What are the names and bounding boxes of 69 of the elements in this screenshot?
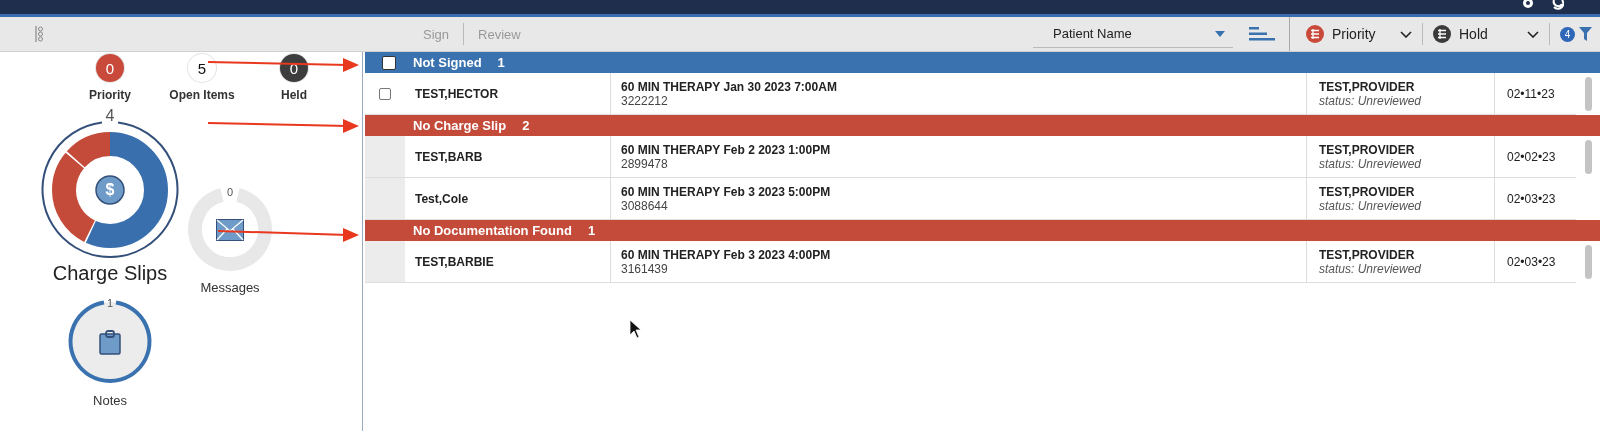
scrollbar-thumb[interactable] bbox=[1584, 245, 1592, 279]
patient-name[interactable]: Test,Cole bbox=[415, 191, 469, 206]
scrollbar-thumb[interactable] bbox=[1584, 140, 1592, 174]
group-header[interactable]: Not Signed 1 bbox=[365, 52, 1600, 73]
item-number: 3088644 bbox=[621, 198, 669, 213]
mouse-cursor bbox=[629, 319, 642, 339]
provider-name: TEST,PROVIDER bbox=[1319, 79, 1416, 94]
checkbox[interactable] bbox=[379, 87, 391, 100]
group-header[interactable]: No Documentation Found 1 bbox=[365, 220, 1600, 241]
sort-dropdown[interactable]: Patient Name bbox=[1033, 20, 1233, 48]
status-text: status: Unreviewed bbox=[1319, 156, 1423, 171]
patient-name[interactable]: TEST,HECTOR bbox=[415, 86, 499, 101]
count-label: 0 bbox=[226, 186, 234, 198]
widget-title[interactable]: Notes bbox=[93, 393, 127, 408]
item-number: 2899478 bbox=[621, 156, 669, 171]
widget-title[interactable]: Messages bbox=[200, 280, 260, 295]
notes-ring[interactable] bbox=[67, 299, 153, 385]
empty-cell bbox=[365, 241, 405, 282]
checkbox[interactable] bbox=[382, 55, 396, 70]
item-number: 3222212 bbox=[621, 93, 669, 108]
provider-name: TEST,PROVIDER bbox=[1319, 142, 1416, 157]
count-badge: 0 bbox=[96, 54, 124, 82]
caret-icon bbox=[1215, 30, 1225, 37]
group-count: 1 bbox=[497, 55, 505, 70]
patient-name[interactable]: TEST,BARB bbox=[415, 149, 483, 164]
envelope-icon bbox=[216, 219, 244, 241]
refresh-icon[interactable] bbox=[1552, 0, 1564, 10]
dollar-icon: $ bbox=[105, 181, 115, 199]
columns-icon[interactable] bbox=[34, 25, 44, 43]
group-title: Not Signed bbox=[413, 55, 482, 70]
filter-icon[interactable] bbox=[1579, 27, 1592, 41]
filter-count-badge: 4 bbox=[1560, 26, 1575, 42]
counter-label[interactable]: Open Items bbox=[169, 88, 235, 102]
count-label: 4 bbox=[105, 108, 115, 124]
date-text: 02•11•23 bbox=[1507, 86, 1555, 101]
group-count: 2 bbox=[522, 118, 530, 133]
count-badge: 5 bbox=[188, 54, 216, 82]
sort-icon[interactable] bbox=[1249, 27, 1275, 41]
messages-ring[interactable] bbox=[188, 188, 272, 272]
patient-name[interactable]: TEST,BARBIE bbox=[415, 254, 494, 269]
item-title: 60 MIN THERAPY Jan 30 2023 7:00AM bbox=[621, 79, 838, 94]
filter-dropdown[interactable]: Priority bbox=[1300, 21, 1418, 47]
status-text: status: Unreviewed bbox=[1319, 198, 1423, 213]
item-title: 60 MIN THERAPY Feb 2 2023 1:00PM bbox=[621, 142, 832, 157]
group-header[interactable]: No Charge Slip 2 bbox=[365, 115, 1600, 136]
status-text: status: Unreviewed bbox=[1319, 93, 1423, 108]
filter-dropdown[interactable]: Hold bbox=[1427, 21, 1545, 47]
item-number: 3161439 bbox=[621, 261, 669, 276]
scrollbar-thumb[interactable] bbox=[1584, 77, 1592, 111]
group-title: No Charge Slip bbox=[413, 118, 507, 133]
item-title: 60 MIN THERAPY Feb 3 2023 4:00PM bbox=[621, 247, 832, 262]
status-text: status: Unreviewed bbox=[1319, 261, 1423, 276]
chevron-icon bbox=[1527, 30, 1539, 38]
date-text: 02•03•23 bbox=[1507, 191, 1556, 206]
group-title: No Documentation Found bbox=[413, 223, 572, 238]
provider-name: TEST,PROVIDER bbox=[1319, 247, 1416, 262]
clipboard-icon bbox=[99, 329, 121, 355]
provider-name: TEST,PROVIDER bbox=[1319, 184, 1416, 199]
date-text: 02•03•23 bbox=[1507, 254, 1556, 269]
item-title: 60 MIN THERAPY Feb 3 2023 5:00PM bbox=[621, 184, 832, 199]
widget-title[interactable]: Charge Slips bbox=[52, 262, 168, 285]
counter-label[interactable]: Priority bbox=[89, 88, 131, 102]
count-badge: 0 bbox=[280, 54, 308, 82]
group-count: 1 bbox=[587, 223, 596, 238]
chevron-icon bbox=[1400, 30, 1412, 38]
date-text: 02•02•23 bbox=[1507, 149, 1556, 164]
counter-label[interactable]: Held bbox=[281, 88, 307, 102]
count-label: 1 bbox=[106, 297, 114, 309]
settings-icon[interactable] bbox=[1522, 0, 1534, 10]
